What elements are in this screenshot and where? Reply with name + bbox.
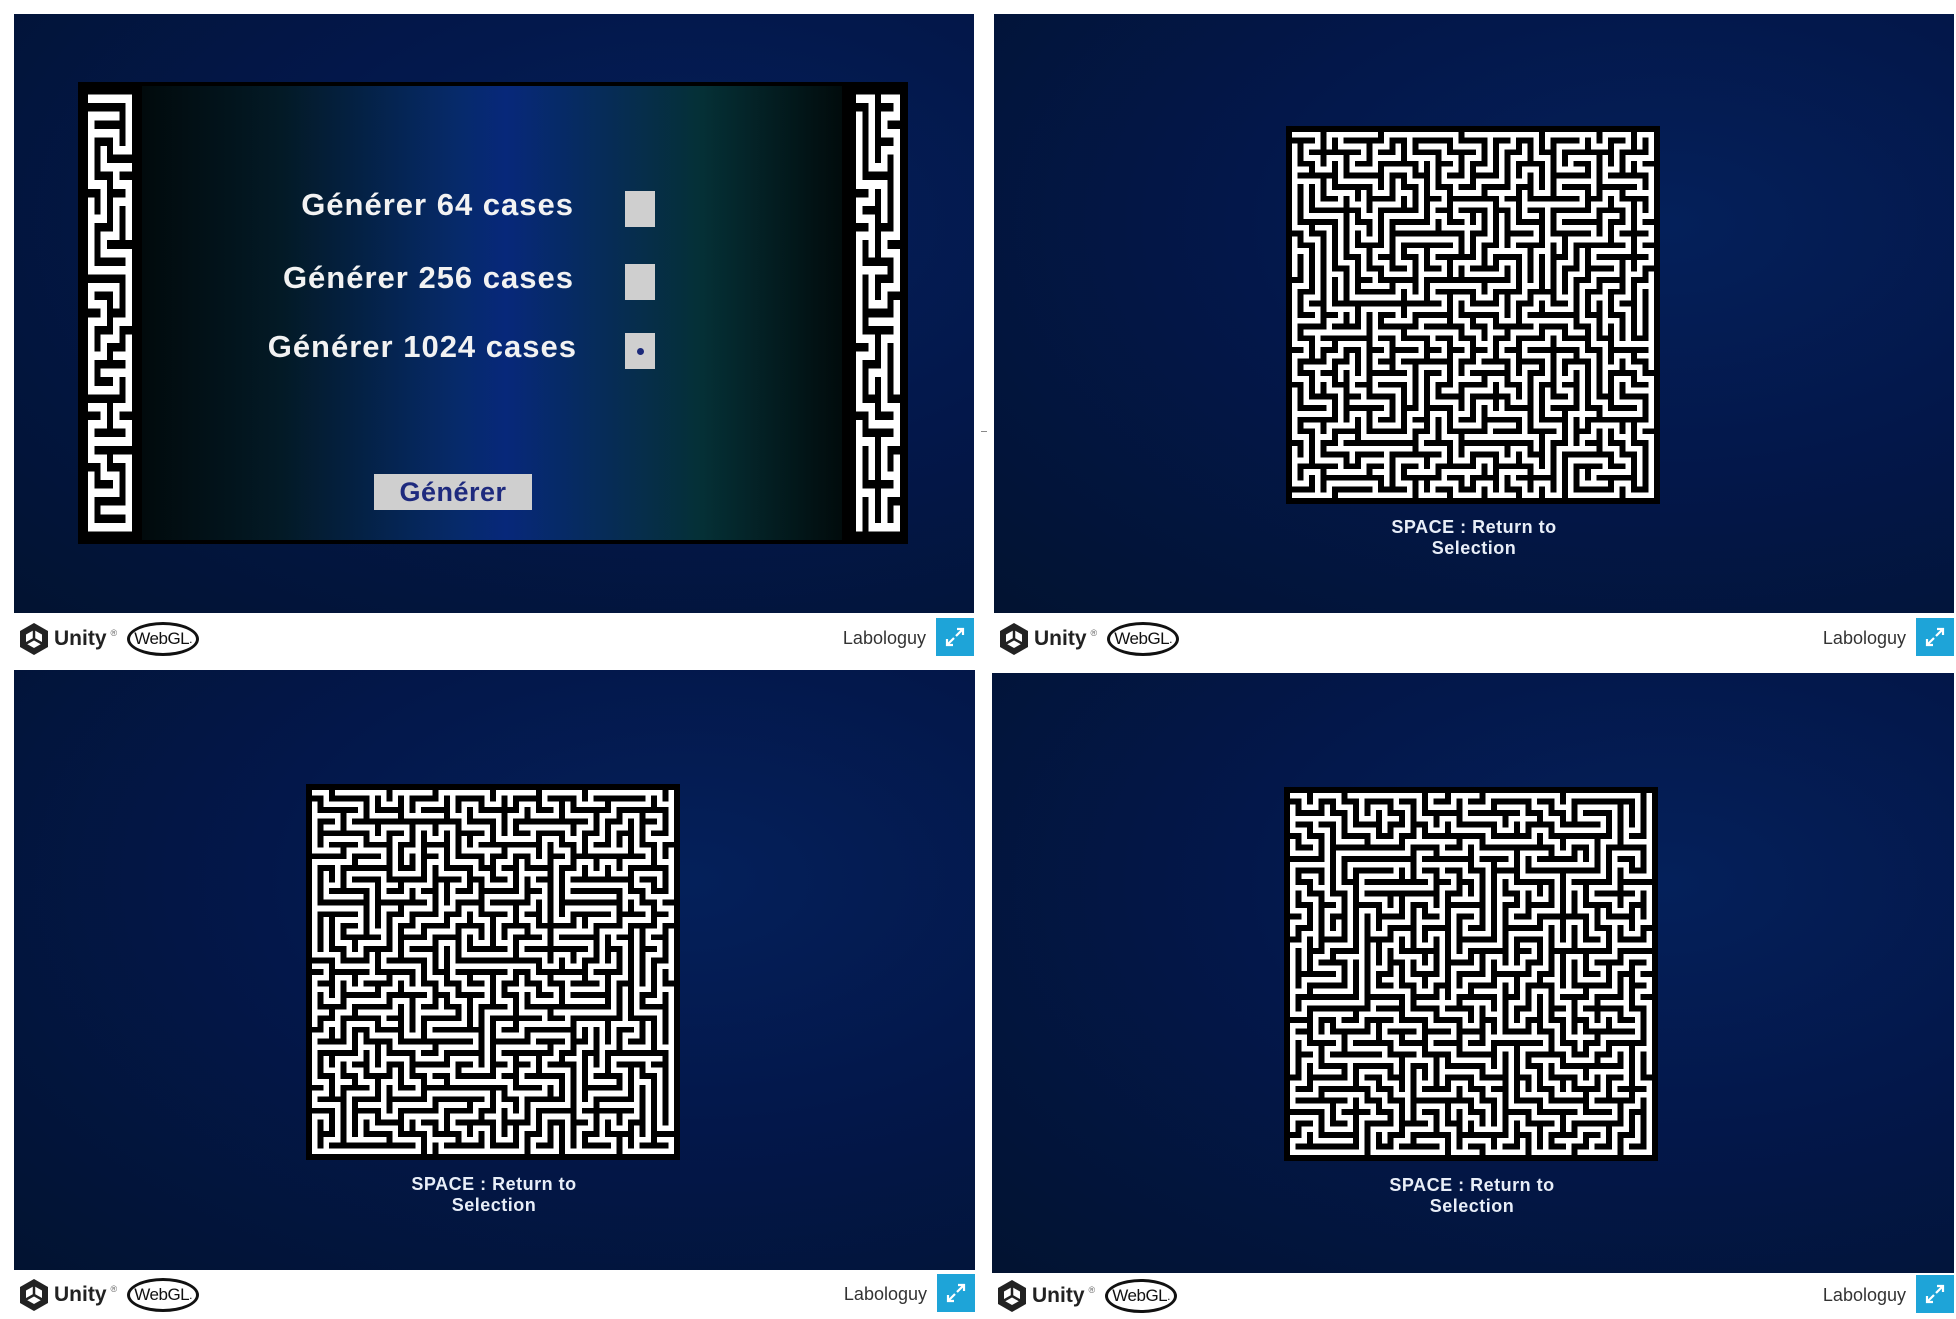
menu-option-1024: Générer 1024 cases: [134, 326, 577, 368]
maze-strip-right: [850, 86, 906, 540]
expand-arrows-icon: [1925, 627, 1945, 647]
player-panel-menu: Générer 64 cases Générer 256 cases Génér…: [14, 14, 974, 662]
webgl-logo: WebGL.: [1105, 1279, 1178, 1313]
player-footer: Unity ® WebGL. Labologuy: [14, 1272, 975, 1318]
checkbox-1024[interactable]: [625, 333, 655, 369]
webgl-wordmark: WebGL: [134, 629, 190, 648]
game-canvas[interactable]: SPACE : Return to Selection: [992, 673, 1954, 1273]
unity-logo: Unity ® WebGL.: [996, 1279, 1178, 1313]
fullscreen-button[interactable]: [937, 1274, 975, 1312]
player-panel-maze-2: SPACE : Return to Selection Unity ® WebG…: [14, 670, 975, 1318]
maze-grid: [1284, 787, 1658, 1161]
webgl-logo: WebGL.: [1107, 622, 1180, 656]
unity-cube-icon: [20, 1279, 48, 1311]
publisher-name: Labologuy: [1822, 628, 1906, 648]
return-hint: SPACE : Return to Selection: [1391, 517, 1557, 558]
fullscreen-button[interactable]: [1916, 1275, 1954, 1313]
fullscreen-button[interactable]: [936, 618, 974, 656]
menu-option-label: Générer 64 cases: [301, 187, 574, 222]
player-panel-maze-3: SPACE : Return to Selection Unity ® WebG…: [992, 673, 1954, 1319]
player-panel-maze-1: SPACE : Return to Selection Unity ® WebG…: [994, 14, 1954, 662]
fullscreen-button[interactable]: [1916, 618, 1954, 656]
unity-cube-icon: [998, 1280, 1026, 1312]
radio-selected-dot: [636, 347, 644, 355]
expand-arrows-icon: [946, 1283, 966, 1303]
unity-wordmark: Unity: [1032, 1284, 1085, 1307]
unity-cube-icon: [1000, 623, 1028, 655]
return-hint: SPACE : Return to Selection: [411, 1174, 577, 1215]
unity-trademark: ®: [1090, 628, 1098, 638]
unity-wordmark: Unity: [54, 1283, 107, 1306]
unity-logo: Unity ® WebGL.: [18, 1278, 200, 1312]
menu-option-label: Générer 256 cases: [282, 260, 574, 295]
player-footer: Unity ® WebGL. Labologuy: [14, 616, 974, 662]
menu-option-256: Générer 256 cases: [134, 257, 574, 299]
webgl-wordmark: WebGL: [134, 1285, 190, 1304]
checkbox-64[interactable]: [625, 191, 655, 227]
expand-arrows-icon: [1925, 1284, 1945, 1304]
unity-trademark: ®: [110, 628, 118, 638]
return-hint: SPACE : Return to Selection: [1389, 1175, 1555, 1216]
game-canvas[interactable]: SPACE : Return to Selection: [994, 14, 1954, 613]
panel-divider-mark: [981, 431, 987, 432]
unity-cube-icon: [20, 623, 48, 655]
unity-trademark: ®: [1088, 1285, 1096, 1295]
expand-arrows-icon: [945, 627, 965, 647]
menu-option-label: Générer 1024 cases: [267, 329, 577, 364]
webgl-wordmark: WebGL: [1112, 1286, 1168, 1305]
publisher-name: Labologuy: [842, 628, 926, 648]
publisher-name: Labologuy: [843, 1284, 927, 1304]
webgl-logo: WebGL.: [127, 622, 200, 656]
publisher-name: Labologuy: [1822, 1285, 1906, 1305]
player-footer: Unity ® WebGL. Labologuy: [994, 616, 1954, 662]
menu-background: [142, 86, 842, 540]
maze-strip-left: [82, 86, 138, 540]
webgl-logo: WebGL.: [127, 1278, 200, 1312]
checkbox-256[interactable]: [625, 264, 655, 300]
menu-option-64: Générer 64 cases: [134, 184, 574, 226]
game-canvas[interactable]: Générer 64 cases Générer 256 cases Génér…: [14, 14, 974, 613]
unity-wordmark: Unity: [1034, 627, 1087, 650]
game-canvas[interactable]: SPACE : Return to Selection: [14, 670, 975, 1270]
maze-grid: [306, 784, 680, 1160]
player-footer: Unity ® WebGL. Labologuy: [992, 1273, 1954, 1319]
maze-grid: [1286, 126, 1660, 504]
generate-button[interactable]: Générer: [374, 474, 532, 510]
unity-trademark: ®: [110, 1284, 118, 1294]
unity-logo: Unity ® WebGL.: [18, 622, 200, 656]
unity-wordmark: Unity: [54, 627, 107, 650]
webgl-wordmark: WebGL: [1114, 629, 1170, 648]
unity-logo: Unity ® WebGL.: [998, 622, 1180, 656]
